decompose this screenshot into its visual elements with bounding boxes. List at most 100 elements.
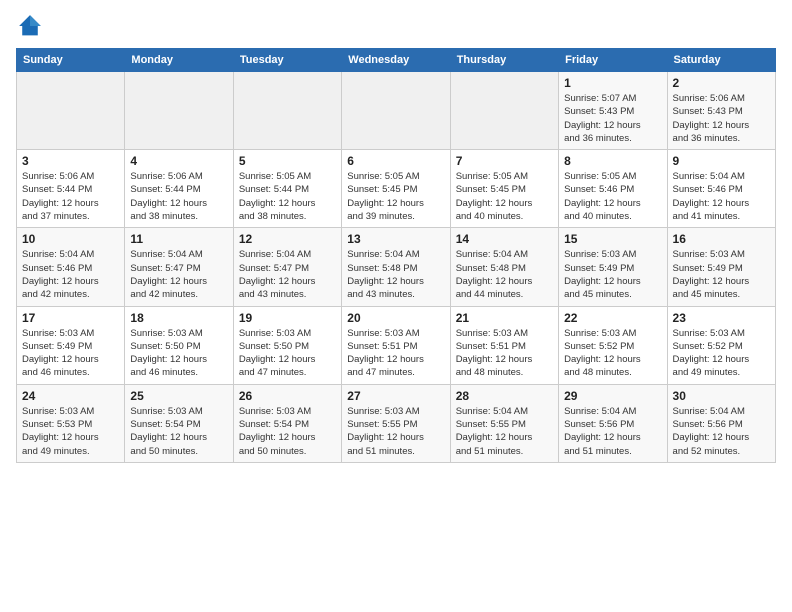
day-number: 7	[456, 154, 553, 168]
day-number: 9	[673, 154, 770, 168]
calendar-cell: 16 Sunrise: 5:03 AMSunset: 5:49 PMDayligh…	[667, 228, 775, 306]
calendar-cell: 15 Sunrise: 5:03 AMSunset: 5:49 PMDayligh…	[559, 228, 667, 306]
calendar-cell: 19 Sunrise: 5:03 AMSunset: 5:50 PMDayligh…	[233, 306, 341, 384]
calendar: SundayMondayTuesdayWednesdayThursdayFrid…	[16, 48, 776, 463]
calendar-week-5: 24 Sunrise: 5:03 AMSunset: 5:53 PMDayligh…	[17, 384, 776, 462]
day-number: 18	[130, 311, 227, 325]
day-number: 29	[564, 389, 661, 403]
day-number: 15	[564, 232, 661, 246]
day-info: Sunrise: 5:05 AMSunset: 5:44 PMDaylight:…	[239, 170, 336, 223]
day-number: 3	[22, 154, 119, 168]
calendar-cell: 20Sunrise: 5:03 AMSunset: 5:51 PMDayligh…	[342, 306, 450, 384]
day-number: 1	[564, 76, 661, 90]
day-info: Sunrise: 5:07 AMSunset: 5:43 PMDaylight:…	[564, 92, 661, 145]
day-info: Sunrise: 5:06 AMSunset: 5:43 PMDaylight:…	[673, 92, 770, 145]
calendar-cell: 4 Sunrise: 5:06 AMSunset: 5:44 PMDaylight…	[125, 150, 233, 228]
calendar-cell	[125, 72, 233, 150]
calendar-cell	[342, 72, 450, 150]
day-info: Sunrise: 5:04 AMSunset: 5:46 PMDaylight:…	[673, 170, 770, 223]
day-info: Sunrise: 5:03 AMSunset: 5:54 PMDaylight:…	[239, 405, 336, 458]
day-number: 19	[239, 311, 336, 325]
weekday-header-thursday: Thursday	[450, 49, 558, 72]
day-number: 2	[673, 76, 770, 90]
day-info: Sunrise: 5:06 AMSunset: 5:44 PMDaylight:…	[130, 170, 227, 223]
day-info: Sunrise: 5:05 AMSunset: 5:45 PMDaylight:…	[347, 170, 444, 223]
day-info: Sunrise: 5:03 AMSunset: 5:50 PMDaylight:…	[239, 327, 336, 380]
calendar-week-3: 10Sunrise: 5:04 AMSunset: 5:46 PMDayligh…	[17, 228, 776, 306]
calendar-cell: 3 Sunrise: 5:06 AMSunset: 5:44 PMDaylight…	[17, 150, 125, 228]
day-info: Sunrise: 5:04 AMSunset: 5:47 PMDaylight:…	[130, 248, 227, 301]
day-info: Sunrise: 5:05 AMSunset: 5:45 PMDaylight:…	[456, 170, 553, 223]
day-info: Sunrise: 5:06 AMSunset: 5:44 PMDaylight:…	[22, 170, 119, 223]
day-number: 20	[347, 311, 444, 325]
calendar-cell: 29 Sunrise: 5:04 AMSunset: 5:56 PMDayligh…	[559, 384, 667, 462]
day-info: Sunrise: 5:04 AMSunset: 5:47 PMDaylight:…	[239, 248, 336, 301]
calendar-cell: 27Sunrise: 5:03 AMSunset: 5:55 PMDayligh…	[342, 384, 450, 462]
calendar-cell: 26 Sunrise: 5:03 AMSunset: 5:54 PMDayligh…	[233, 384, 341, 462]
day-number: 8	[564, 154, 661, 168]
calendar-cell	[233, 72, 341, 150]
calendar-cell: 11 Sunrise: 5:04 AMSunset: 5:47 PMDayligh…	[125, 228, 233, 306]
day-number: 4	[130, 154, 227, 168]
day-number: 11	[130, 232, 227, 246]
day-info: Sunrise: 5:03 AMSunset: 5:49 PMDaylight:…	[22, 327, 119, 380]
calendar-cell: 6 Sunrise: 5:05 AMSunset: 5:45 PMDaylight…	[342, 150, 450, 228]
calendar-cell: 23 Sunrise: 5:03 AMSunset: 5:52 PMDayligh…	[667, 306, 775, 384]
day-number: 24	[22, 389, 119, 403]
day-number: 28	[456, 389, 553, 403]
day-info: Sunrise: 5:04 AMSunset: 5:48 PMDaylight:…	[347, 248, 444, 301]
day-info: Sunrise: 5:03 AMSunset: 5:52 PMDaylight:…	[673, 327, 770, 380]
day-number: 17	[22, 311, 119, 325]
calendar-cell: 14 Sunrise: 5:04 AMSunset: 5:48 PMDayligh…	[450, 228, 558, 306]
calendar-cell: 30 Sunrise: 5:04 AMSunset: 5:56 PMDayligh…	[667, 384, 775, 462]
weekday-header-saturday: Saturday	[667, 49, 775, 72]
calendar-cell: 10Sunrise: 5:04 AMSunset: 5:46 PMDayligh…	[17, 228, 125, 306]
calendar-cell: 22 Sunrise: 5:03 AMSunset: 5:52 PMDayligh…	[559, 306, 667, 384]
day-number: 14	[456, 232, 553, 246]
calendar-cell: 24 Sunrise: 5:03 AMSunset: 5:53 PMDayligh…	[17, 384, 125, 462]
day-info: Sunrise: 5:03 AMSunset: 5:49 PMDaylight:…	[673, 248, 770, 301]
day-info: Sunrise: 5:03 AMSunset: 5:49 PMDaylight:…	[564, 248, 661, 301]
day-info: Sunrise: 5:04 AMSunset: 5:56 PMDaylight:…	[564, 405, 661, 458]
calendar-cell: 8 Sunrise: 5:05 AMSunset: 5:46 PMDaylight…	[559, 150, 667, 228]
day-number: 22	[564, 311, 661, 325]
day-number: 30	[673, 389, 770, 403]
day-info: Sunrise: 5:03 AMSunset: 5:52 PMDaylight:…	[564, 327, 661, 380]
day-number: 26	[239, 389, 336, 403]
day-number: 21	[456, 311, 553, 325]
calendar-cell: 2 Sunrise: 5:06 AMSunset: 5:43 PMDaylight…	[667, 72, 775, 150]
day-number: 12	[239, 232, 336, 246]
calendar-cell	[450, 72, 558, 150]
logo-icon	[16, 12, 44, 40]
calendar-cell: 17 Sunrise: 5:03 AMSunset: 5:49 PMDayligh…	[17, 306, 125, 384]
calendar-cell: 25Sunrise: 5:03 AMSunset: 5:54 PMDayligh…	[125, 384, 233, 462]
day-number: 25	[130, 389, 227, 403]
day-info: Sunrise: 5:04 AMSunset: 5:56 PMDaylight:…	[673, 405, 770, 458]
weekday-header-wednesday: Wednesday	[342, 49, 450, 72]
day-info: Sunrise: 5:03 AMSunset: 5:51 PMDaylight:…	[456, 327, 553, 380]
day-number: 13	[347, 232, 444, 246]
weekday-header-sunday: Sunday	[17, 49, 125, 72]
calendar-cell: 5 Sunrise: 5:05 AMSunset: 5:44 PMDaylight…	[233, 150, 341, 228]
weekday-header-monday: Monday	[125, 49, 233, 72]
page: SundayMondayTuesdayWednesdayThursdayFrid…	[0, 0, 792, 612]
calendar-cell: 7 Sunrise: 5:05 AMSunset: 5:45 PMDaylight…	[450, 150, 558, 228]
calendar-cell: 9 Sunrise: 5:04 AMSunset: 5:46 PMDaylight…	[667, 150, 775, 228]
calendar-week-2: 3 Sunrise: 5:06 AMSunset: 5:44 PMDaylight…	[17, 150, 776, 228]
day-info: Sunrise: 5:04 AMSunset: 5:48 PMDaylight:…	[456, 248, 553, 301]
day-number: 23	[673, 311, 770, 325]
weekday-header-row: SundayMondayTuesdayWednesdayThursdayFrid…	[17, 49, 776, 72]
calendar-week-1: 1 Sunrise: 5:07 AMSunset: 5:43 PMDaylight…	[17, 72, 776, 150]
calendar-cell: 28Sunrise: 5:04 AMSunset: 5:55 PMDayligh…	[450, 384, 558, 462]
calendar-cell: 13 Sunrise: 5:04 AMSunset: 5:48 PMDayligh…	[342, 228, 450, 306]
calendar-cell	[17, 72, 125, 150]
day-info: Sunrise: 5:05 AMSunset: 5:46 PMDaylight:…	[564, 170, 661, 223]
day-number: 6	[347, 154, 444, 168]
day-number: 5	[239, 154, 336, 168]
day-info: Sunrise: 5:03 AMSunset: 5:55 PMDaylight:…	[347, 405, 444, 458]
weekday-header-tuesday: Tuesday	[233, 49, 341, 72]
calendar-cell: 18Sunrise: 5:03 AMSunset: 5:50 PMDayligh…	[125, 306, 233, 384]
day-number: 16	[673, 232, 770, 246]
day-info: Sunrise: 5:03 AMSunset: 5:53 PMDaylight:…	[22, 405, 119, 458]
calendar-week-4: 17 Sunrise: 5:03 AMSunset: 5:49 PMDayligh…	[17, 306, 776, 384]
